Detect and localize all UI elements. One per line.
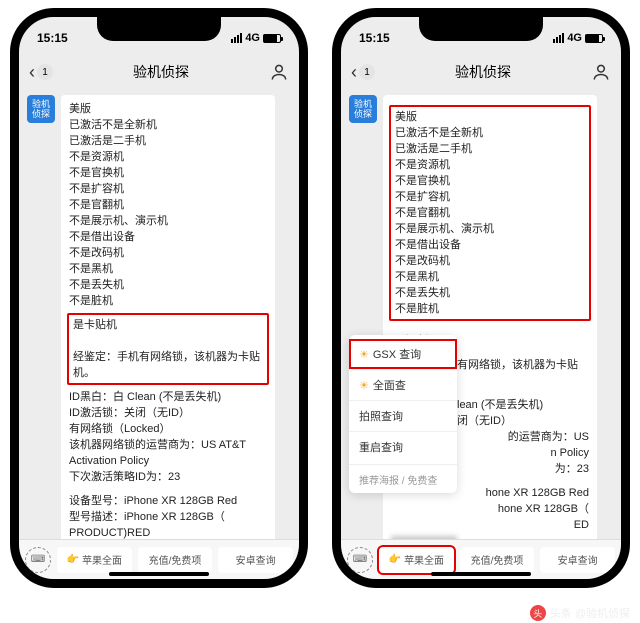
- bot-avatar[interactable]: 验机 侦探: [349, 95, 377, 123]
- tab-android[interactable]: 安卓查询: [540, 547, 615, 573]
- popup-footer[interactable]: 推荐海报 / 免费查: [349, 467, 457, 489]
- info-line: 经鉴定：手机有网络锁，该机器为卡贴机。: [73, 349, 263, 381]
- battery-icon: [585, 34, 603, 43]
- watermark: 头 头条 @验机侦探: [530, 605, 630, 621]
- tab-apple[interactable]: 👉苹果全面: [57, 547, 132, 573]
- highlight-toplist: 美版已激活不是全新机已激活是二手机不是资源机不是官换机不是扩容机不是官翻机不是展…: [389, 105, 591, 321]
- contact-icon[interactable]: [591, 62, 611, 82]
- tab-android[interactable]: 安卓查询: [218, 547, 293, 573]
- keyboard-icon[interactable]: ⌨: [25, 547, 51, 573]
- notch: [419, 17, 543, 41]
- info-line: ID激活锁：关闭（无ID）: [69, 405, 267, 421]
- tab-apple[interactable]: 👉苹果全面: [379, 547, 454, 573]
- popup-full[interactable]: ☀全面查: [349, 369, 457, 400]
- back-button[interactable]: ‹ 1: [29, 62, 53, 83]
- chat-title: 验机侦探: [455, 62, 511, 82]
- network-label: 4G: [567, 32, 582, 44]
- chevron-left-icon: ‹: [29, 62, 35, 83]
- info-line: 下次激活策略ID为：23: [69, 469, 267, 485]
- phone-right: 15:15 4G ‹ 1 验机侦探 验机 侦探 美版已激活不是全新: [332, 8, 630, 588]
- info-line: 美版: [395, 109, 585, 125]
- info-line: 不是脏机: [395, 301, 585, 317]
- popup-gsx[interactable]: ☀GSX 查询: [349, 339, 457, 369]
- chat-body: 验机 侦探 美版已激活不是全新机已激活是二手机不是资源机不是官换机不是扩容机不是…: [341, 91, 621, 539]
- popup-photo[interactable]: 拍照查询: [349, 400, 457, 431]
- info-line: 不是脏机: [69, 293, 267, 309]
- battery-icon: [263, 34, 281, 43]
- info-line: 美版: [69, 101, 267, 117]
- device-desc2: PRODUCT)RED: [69, 525, 267, 539]
- info-line: 不是借出设备: [69, 229, 267, 245]
- info-line: 不是黑机: [69, 261, 267, 277]
- status-time: 15:15: [359, 31, 390, 45]
- info-line: 不是丢失机: [69, 277, 267, 293]
- home-indicator[interactable]: [109, 572, 209, 576]
- info-line: 是卡贴机: [73, 317, 263, 333]
- info-line: 不是扩容机: [69, 181, 267, 197]
- highlight-verdict: 是卡贴机 经鉴定：手机有网络锁，该机器为卡贴机。: [67, 313, 269, 385]
- watermark-text: 头条 @验机侦探: [550, 605, 630, 621]
- chat-title: 验机侦探: [133, 62, 189, 82]
- info-line: 不是借出设备: [395, 237, 585, 253]
- info-line: 不是改码机: [395, 253, 585, 269]
- info-line: 不是资源机: [395, 157, 585, 173]
- info-line: 不是官换机: [395, 173, 585, 189]
- signal-icon: [231, 33, 242, 43]
- info-line: 已激活不是全新机: [69, 117, 267, 133]
- nav-bar: ‹ 1 验机侦探: [19, 53, 299, 91]
- watermark-icon: 头: [530, 605, 546, 621]
- notch: [97, 17, 221, 41]
- info-line: 已激活是二手机: [395, 141, 585, 157]
- info-line: 不是改码机: [69, 245, 267, 261]
- info-line: 该机器网络锁的运营商为：US AT&T Activation Policy: [69, 437, 267, 469]
- message-bubble: 美版已激活不是全新机已激活是二手机不是资源机不是官换机不是扩容机不是官翻机不是展…: [61, 95, 275, 539]
- info-line: 不是丢失机: [395, 285, 585, 301]
- menu-popup: ☀GSX 查询 ☀全面查 拍照查询 重启查询 推荐海报 / 免费查: [349, 335, 457, 493]
- info-line: 不是展示机、演示机: [395, 221, 585, 237]
- info-line: 不是展示机、演示机: [69, 213, 267, 229]
- phone-left: 15:15 4G ‹ 1 验机侦探 验机 侦探 美版已激活不是全新机已激活是二手…: [10, 8, 308, 588]
- device-model: 设备型号：iPhone XR 128GB Red: [69, 493, 267, 509]
- home-indicator[interactable]: [431, 572, 531, 576]
- info-line: 不是黑机: [395, 269, 585, 285]
- bot-avatar[interactable]: 验机 侦探: [27, 95, 55, 123]
- back-count: 1: [37, 64, 53, 80]
- info-line: ID黑白：白 Clean (不是丢失机): [69, 389, 267, 405]
- tab-recharge[interactable]: 充值/免费项: [138, 547, 213, 573]
- info-line: 不是官换机: [69, 165, 267, 181]
- info-line: [73, 333, 263, 349]
- back-count: 1: [359, 64, 375, 80]
- chat-body: 验机 侦探 美版已激活不是全新机已激活是二手机不是资源机不是官换机不是扩容机不是…: [19, 91, 299, 539]
- device-desc: 型号描述：iPhone XR 128GB（: [69, 509, 267, 525]
- info-line: 不是官翻机: [395, 205, 585, 221]
- info-line: 不是扩容机: [395, 189, 585, 205]
- info-line: 不是资源机: [69, 149, 267, 165]
- info-line: 已激活是二手机: [69, 133, 267, 149]
- info-line: 不是官翻机: [69, 197, 267, 213]
- detail-line: ED: [391, 517, 589, 533]
- nav-bar: ‹ 1 验机侦探: [341, 53, 621, 91]
- info-line: 有网络锁（Locked）: [69, 421, 267, 437]
- keyboard-icon[interactable]: ⌨: [347, 547, 373, 573]
- info-line: 已激活不是全新机: [395, 125, 585, 141]
- contact-icon[interactable]: [269, 62, 289, 82]
- network-label: 4G: [245, 32, 260, 44]
- signal-icon: [553, 33, 564, 43]
- status-time: 15:15: [37, 31, 68, 45]
- chevron-left-icon: ‹: [351, 62, 357, 83]
- popup-restart[interactable]: 重启查询: [349, 431, 457, 462]
- tab-recharge[interactable]: 充值/免费项: [460, 547, 535, 573]
- detail-line: hone XR 128GB（: [391, 501, 589, 517]
- back-button[interactable]: ‹ 1: [351, 62, 375, 83]
